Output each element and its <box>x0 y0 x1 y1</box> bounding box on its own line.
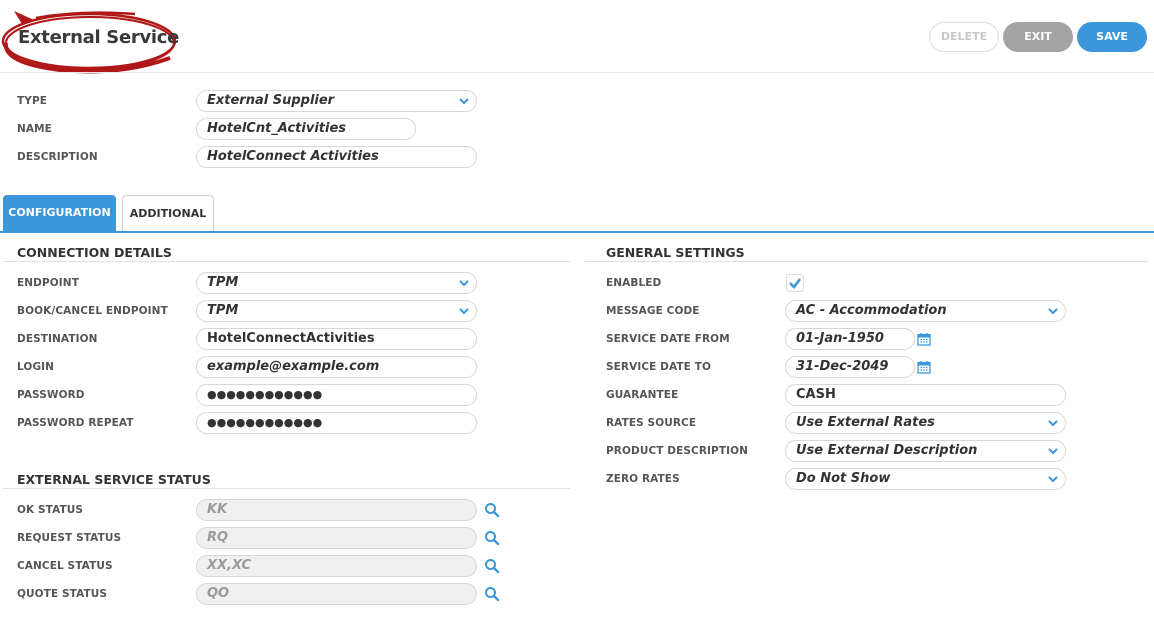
rates-source-label: RATES SOURCE <box>606 417 697 429</box>
book-cancel-endpoint-select[interactable]: TPM <box>196 300 477 322</box>
ok-status-input[interactable]: KK <box>196 499 477 521</box>
login-label: LOGIN <box>17 361 55 373</box>
cancel-status-label: CANCEL STATUS <box>17 560 113 572</box>
request-status-input[interactable]: RQ <box>196 527 477 549</box>
service-date-to-input[interactable]: 31-Dec-2049 <box>785 356 915 378</box>
zero-rates-value: Do Not Show <box>796 471 891 486</box>
name-label: NAME <box>17 123 52 135</box>
quote-status-label: QUOTE STATUS <box>17 588 108 600</box>
rates-source-value: Use External Rates <box>796 415 935 430</box>
chevron-down-icon <box>1048 420 1058 427</box>
password-input[interactable]: ●●●●●●●●●●●● <box>196 384 477 406</box>
tab-underline <box>0 231 1154 233</box>
zero-rates-select[interactable]: Do Not Show <box>785 468 1066 490</box>
password-label: PASSWORD <box>17 389 85 401</box>
description-input[interactable]: HotelConnect Activities <box>196 146 477 168</box>
exit-button[interactable]: EXIT <box>1003 22 1073 52</box>
chevron-down-icon <box>1048 448 1058 455</box>
product-description-select[interactable]: Use External Description <box>785 440 1066 462</box>
search-icon[interactable] <box>484 530 500 546</box>
book-cancel-endpoint-value: TPM <box>207 303 239 318</box>
destination-label: DESTINATION <box>17 333 98 345</box>
message-code-label: MESSAGE CODE <box>606 305 700 317</box>
tab-additional[interactable]: ADDITIONAL <box>122 195 214 232</box>
name-input[interactable]: HotelCnt_Activities <box>196 118 416 140</box>
ok-status-label: OK STATUS <box>17 504 84 516</box>
enabled-checkbox[interactable] <box>786 274 804 292</box>
endpoint-select[interactable]: TPM <box>196 272 477 294</box>
password-repeat-label: PASSWORD REPEAT <box>17 417 134 429</box>
message-code-select[interactable]: AC - Accommodation <box>785 300 1066 322</box>
password-repeat-input[interactable]: ●●●●●●●●●●●● <box>196 412 477 434</box>
type-select[interactable]: External Supplier <box>196 90 477 112</box>
general-settings-title: GENERAL SETTINGS <box>606 245 745 260</box>
description-label: DESCRIPTION <box>17 151 98 163</box>
service-date-from-label: SERVICE DATE FROM <box>606 333 730 345</box>
page-title: External Service <box>18 27 180 48</box>
type-label: TYPE <box>17 95 48 107</box>
login-input[interactable]: example@example.com <box>196 356 477 378</box>
search-icon[interactable] <box>484 502 500 518</box>
connection-details-title: CONNECTION DETAILS <box>17 245 172 260</box>
enabled-label: ENABLED <box>606 277 662 289</box>
tab-configuration[interactable]: CONFIGURATION <box>3 195 116 232</box>
section-divider <box>3 488 570 489</box>
destination-input[interactable]: HotelConnectActivities <box>196 328 477 350</box>
chevron-down-icon <box>1048 308 1058 315</box>
service-date-from-input[interactable]: 01-Jan-1950 <box>785 328 915 350</box>
section-divider <box>3 261 570 262</box>
chevron-down-icon <box>459 98 469 105</box>
calendar-icon[interactable] <box>917 360 931 374</box>
cancel-status-input[interactable]: XX,XC <box>196 555 477 577</box>
service-date-to-label: SERVICE DATE TO <box>606 361 711 373</box>
book-cancel-endpoint-label: BOOK/CANCEL ENDPOINT <box>17 305 168 317</box>
save-button[interactable]: SAVE <box>1077 22 1147 52</box>
delete-button[interactable]: DELETE <box>929 22 999 52</box>
external-service-status-title: EXTERNAL SERVICE STATUS <box>17 472 211 487</box>
request-status-label: REQUEST STATUS <box>17 532 122 544</box>
message-code-value: AC - Accommodation <box>796 303 947 318</box>
rates-source-select[interactable]: Use External Rates <box>785 412 1066 434</box>
search-icon[interactable] <box>484 558 500 574</box>
endpoint-select-value: TPM <box>207 275 239 290</box>
type-select-value: External Supplier <box>207 93 335 108</box>
guarantee-label: GUARANTEE <box>606 389 679 401</box>
checkmark-icon <box>789 278 802 289</box>
chevron-down-icon <box>1048 476 1058 483</box>
section-divider <box>585 261 1148 262</box>
endpoint-label: ENDPOINT <box>17 277 79 289</box>
chevron-down-icon <box>459 280 469 287</box>
search-icon[interactable] <box>484 586 500 602</box>
quote-status-input[interactable]: QO <box>196 583 477 605</box>
guarantee-input[interactable]: CASH <box>785 384 1066 406</box>
zero-rates-label: ZERO RATES <box>606 473 680 485</box>
chevron-down-icon <box>459 308 469 315</box>
header-divider <box>0 72 1154 73</box>
product-description-value: Use External Description <box>796 443 978 458</box>
product-description-label: PRODUCT DESCRIPTION <box>606 445 748 457</box>
calendar-icon[interactable] <box>917 332 931 346</box>
